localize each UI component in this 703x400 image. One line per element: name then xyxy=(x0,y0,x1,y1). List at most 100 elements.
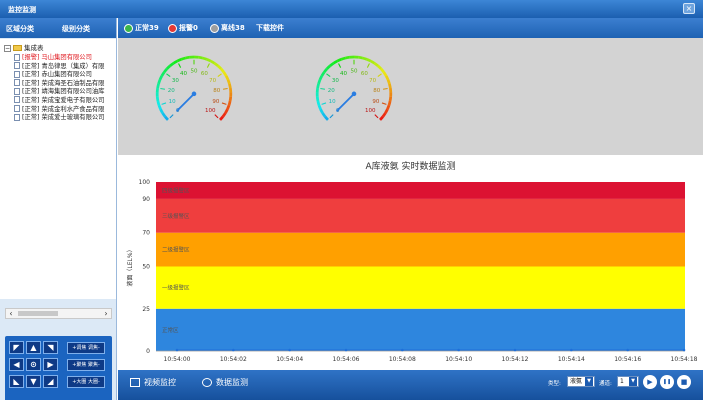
x-tick-label: 10:54:08 xyxy=(389,356,416,363)
band-label: 一级报警区 xyxy=(162,284,190,292)
scroll-right-icon[interactable]: › xyxy=(101,309,111,318)
document-icon xyxy=(14,87,20,95)
gauge-arc-segment xyxy=(213,62,219,67)
gauge-arc-segment xyxy=(164,115,169,121)
gauge-tick-label: 50 xyxy=(350,69,358,75)
device-tree: − 集成表 [报警] 马山集团有限公司 [正常] 青岛律思（集成）有限 [正常] 赤山… xyxy=(0,39,116,299)
gauge-arc-segment xyxy=(384,75,390,81)
tree-item[interactable]: [正常] 青岛律思（集成）有限 xyxy=(14,61,104,70)
x-tick-label: 10:54:06 xyxy=(333,356,360,363)
x-tick-label: 10:54:04 xyxy=(276,356,303,363)
pan-down-icon[interactable]: ▼ xyxy=(26,375,41,388)
status-normal-label: 正常39 xyxy=(135,24,159,32)
pan-up-icon[interactable]: ▲ xyxy=(26,341,41,354)
type-label: 类型: xyxy=(548,381,561,387)
collapse-icon[interactable]: − xyxy=(4,44,11,52)
gauge-arc-segment xyxy=(332,59,338,65)
status-normal[interactable]: 正常39 xyxy=(124,22,159,34)
gauge-arc-segment xyxy=(198,55,203,60)
pan-down-left-icon[interactable]: ◣ xyxy=(9,375,24,388)
y-tick-label: 0 xyxy=(146,348,150,355)
bottom-bar: 视频监控 数据监测 类型: 液氨 ▼ 通道: 1 ▼ ▶ ❚❚ ■ xyxy=(118,370,703,400)
y-tick-label: 25 xyxy=(142,306,150,313)
window-title: 监控监测 xyxy=(8,6,36,14)
tree-item[interactable]: [报警] 马山集团有限公司 xyxy=(14,52,104,61)
gauge-arc-segment xyxy=(219,115,224,121)
gauge-arc-segment xyxy=(210,59,216,65)
pause-button[interactable]: ❚❚ xyxy=(660,375,674,389)
status-offline[interactable]: 离线38 xyxy=(210,22,245,34)
data-point xyxy=(682,348,686,352)
y-tick-label: 100 xyxy=(139,179,151,186)
horizontal-scrollbar[interactable]: ‹ › xyxy=(5,308,112,319)
normal-status-icon xyxy=(124,23,133,33)
gauge-arc-segment xyxy=(316,100,321,106)
gauge-tick-label: 100 xyxy=(365,108,376,114)
gauge-tick-label: 90 xyxy=(212,99,220,105)
iris-button[interactable]: +大圈 大圈- xyxy=(67,376,105,388)
pan-up-left-icon[interactable]: ◤ xyxy=(9,341,24,354)
alarm-status-icon xyxy=(168,23,177,33)
gauge-arc-segment xyxy=(386,104,391,110)
data-point xyxy=(513,348,517,352)
tree-item[interactable]: [正常] 荣成海圣石油制品有限 xyxy=(14,78,104,87)
tab-region-classification[interactable]: 区域分类 xyxy=(6,24,34,34)
tree-item[interactable]: [正常] 赤山集团有限公司 xyxy=(14,69,104,78)
gauge-needle xyxy=(336,92,355,112)
gauge-arc-segment xyxy=(221,112,227,118)
data-point xyxy=(626,348,629,352)
gauge-arc-segment xyxy=(156,83,160,89)
pan-center-icon[interactable]: ⊙ xyxy=(26,358,41,371)
gauge-arc-segment xyxy=(158,75,164,81)
pan-left-icon[interactable]: ◀ xyxy=(9,358,24,371)
tab-level-classification[interactable]: 级别分类 xyxy=(62,24,90,34)
gauge-arc-segment xyxy=(370,59,376,65)
document-icon xyxy=(14,105,20,113)
band-label: 四级报警区 xyxy=(162,186,190,194)
gauge-arc-segment xyxy=(362,56,368,61)
focus-zoom-button[interactable]: +调焦 调焦- xyxy=(67,342,105,354)
channel-select[interactable]: 1 ▼ xyxy=(617,376,639,387)
gauge-arc-segment xyxy=(157,104,162,110)
gauge-arc-segment xyxy=(219,67,225,74)
pan-down-right-icon[interactable]: ◢ xyxy=(43,375,58,388)
tree-item[interactable]: [正常] 靖海集团有限公司油库 xyxy=(14,86,104,95)
focus-adjust-button[interactable]: +聚焦 聚焦- xyxy=(67,359,105,371)
stop-button[interactable]: ■ xyxy=(677,375,691,389)
gauge-arc-segment xyxy=(379,67,385,74)
video-monitor-tab[interactable]: 视频监控 xyxy=(130,377,176,388)
tree-root[interactable]: − 集成表 xyxy=(4,42,44,52)
status-bar: 正常39 报警0 离线38 下载控件 xyxy=(118,18,703,38)
close-icon[interactable]: × xyxy=(683,3,695,14)
download-plugin-link[interactable]: 下载控件 xyxy=(256,22,284,34)
play-button[interactable]: ▶ xyxy=(643,375,657,389)
gauge-icon xyxy=(202,378,212,387)
tree-item[interactable]: [正常] 荣成金利水产食品有限 xyxy=(14,104,104,113)
type-select[interactable]: 液氨 ▼ xyxy=(567,376,595,387)
pan-right-icon[interactable]: ▶ xyxy=(43,358,58,371)
x-tick-label: 10:54:14 xyxy=(558,356,585,363)
gauge-arc-segment xyxy=(388,83,392,89)
tree-item[interactable]: [正常] 荣成宝爱电子有限公司 xyxy=(14,95,104,104)
gauge-arc-segment xyxy=(358,55,363,60)
gauge-tick xyxy=(326,73,331,77)
gauge-arc-segment xyxy=(185,55,190,60)
gauge-tick-label: 10 xyxy=(329,99,337,105)
data-point xyxy=(570,348,573,352)
gauge-tick xyxy=(166,73,171,77)
scroll-thumb[interactable] xyxy=(18,311,58,316)
data-point xyxy=(175,348,179,352)
data-point xyxy=(457,348,460,352)
chevron-down-icon: ▼ xyxy=(629,377,637,386)
gauge-arc-segment xyxy=(373,62,379,67)
tree-item[interactable]: [正常] 荣成爱士玻璃有限公司 xyxy=(14,112,104,121)
gauge-arc-segment xyxy=(227,100,232,106)
gauge-arc-segment xyxy=(160,71,166,77)
scroll-left-icon[interactable]: ‹ xyxy=(6,309,16,318)
pan-up-right-icon[interactable]: ◥ xyxy=(43,341,58,354)
type-select-value: 液氨 xyxy=(570,378,583,385)
data-monitor-tab[interactable]: 数据监测 xyxy=(202,377,248,388)
status-alarm[interactable]: 报警0 xyxy=(168,22,198,34)
gauge-arc-segment xyxy=(345,55,350,60)
left-tabs: 区域分类 级别分类 xyxy=(0,18,116,38)
